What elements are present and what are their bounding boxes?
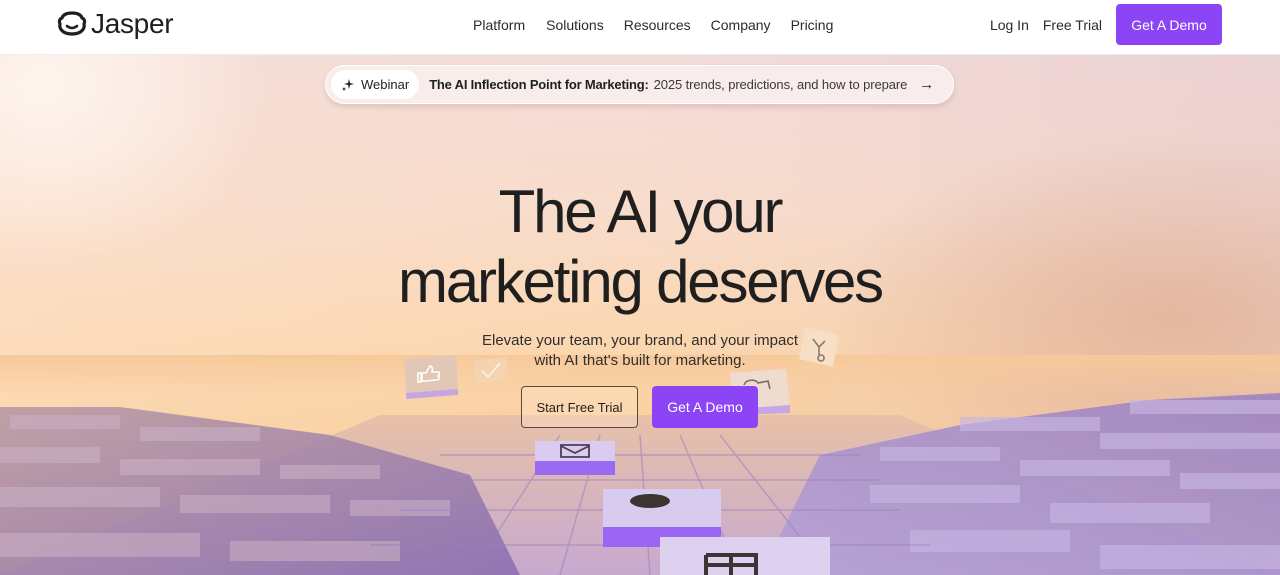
grid-tile [660, 537, 830, 575]
sparkle-icon [342, 78, 354, 91]
hero-headline: The AI your marketing deserves [0, 177, 1280, 317]
site-header: Jasper Platform Solutions Resources Comp… [0, 0, 1280, 55]
subhead-line-1: Elevate your team, your brand, and your … [482, 332, 798, 349]
login-link[interactable]: Log In [990, 17, 1029, 33]
hero-subheading: Elevate your team, your brand, and your … [0, 331, 1280, 371]
nav-platform[interactable]: Platform [473, 16, 525, 34]
hero-cta-group: Start Free Trial Get A Demo [521, 386, 758, 428]
nav-pricing[interactable]: Pricing [791, 16, 834, 34]
free-trial-link[interactable]: Free Trial [1043, 17, 1102, 33]
nav-resources[interactable]: Resources [624, 16, 691, 34]
hero-get-demo-button[interactable]: Get A Demo [652, 386, 758, 428]
main-nav: Platform Solutions Resources Company Pri… [473, 16, 833, 34]
arrow-right-icon: → [919, 76, 935, 93]
hero-section: Webinar The AI Inflection Point for Mark… [0, 55, 1280, 575]
headline-line-1: The AI your [498, 178, 784, 245]
webinar-tag: Webinar [331, 70, 420, 99]
nav-company[interactable]: Company [711, 16, 771, 34]
jasper-logo[interactable]: Jasper [57, 8, 174, 39]
announcement-title: The AI Inflection Point for Marketing: [429, 77, 649, 92]
salesforce-icon [630, 494, 670, 508]
logo-text: Jasper [91, 8, 174, 39]
webinar-announcement-banner[interactable]: Webinar The AI Inflection Point for Mark… [325, 65, 954, 104]
header-actions: Log In Free Trial Get A Demo [990, 4, 1222, 45]
webinar-tag-label: Webinar [361, 77, 410, 92]
announcement-description: 2025 trends, predictions, and how to pre… [653, 77, 908, 92]
subhead-line-2: with AI that's built for marketing. [534, 352, 746, 369]
jasper-logo-icon [57, 11, 87, 36]
mail-tile [535, 441, 615, 475]
nav-solutions[interactable]: Solutions [546, 16, 604, 34]
start-free-trial-button[interactable]: Start Free Trial [521, 386, 638, 428]
headline-line-2: marketing deserves [398, 248, 884, 315]
header-get-demo-button[interactable]: Get A Demo [1116, 4, 1222, 45]
